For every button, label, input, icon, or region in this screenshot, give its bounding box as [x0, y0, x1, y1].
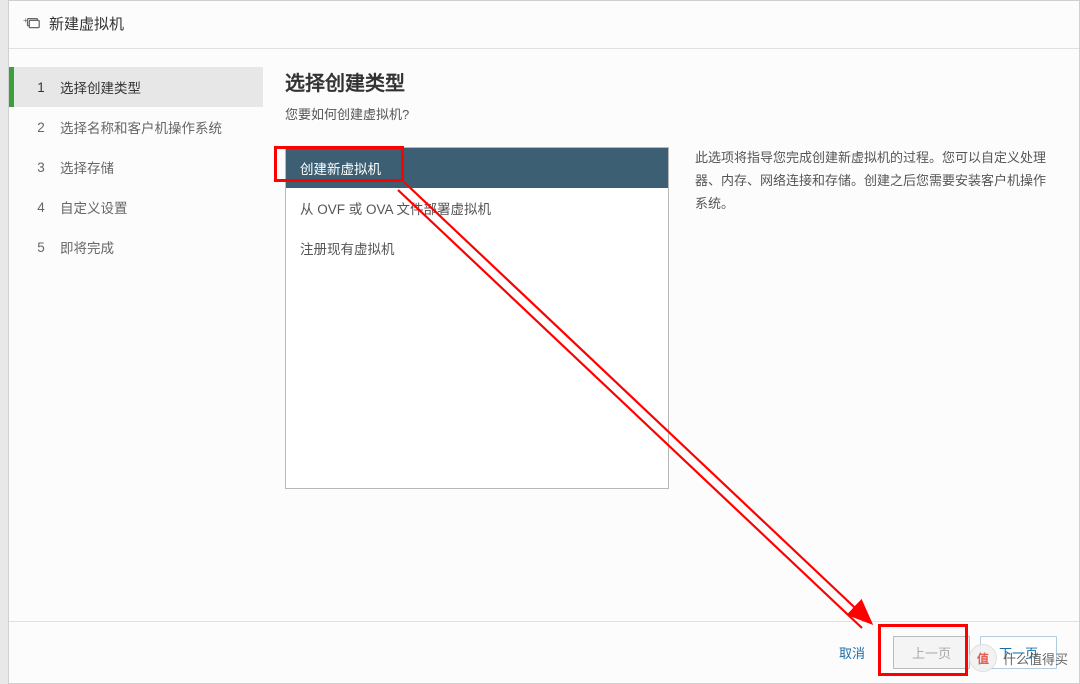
- step-number: 2: [36, 120, 46, 135]
- prev-button[interactable]: 上一页: [893, 636, 970, 669]
- content-subtitle: 您要如何创建虚拟机?: [285, 104, 1053, 123]
- dialog-header: + 新建虚拟机: [9, 1, 1079, 49]
- option-label: 注册现有虚拟机: [300, 242, 395, 257]
- creation-type-row: 创建新虚拟机 从 OVF 或 OVA 文件部署虚拟机 注册现有虚拟机 此选项将指…: [285, 147, 1053, 489]
- step-number: 3: [36, 160, 46, 175]
- option-register-existing-vm[interactable]: 注册现有虚拟机: [286, 228, 668, 268]
- watermark-text: 什么值得买: [1003, 649, 1068, 668]
- option-description: 此选项将指导您完成创建新虚拟机的过程。您可以自定义处理器、内存、网络连接和存储。…: [695, 147, 1053, 215]
- watermark-badge-icon: 值: [969, 644, 997, 672]
- step-number: 1: [36, 80, 46, 95]
- step-3-select-storage[interactable]: 3 选择存储: [9, 147, 263, 187]
- watermark: 值 什么值得买: [969, 644, 1068, 672]
- wizard-steps-sidebar: 1 选择创建类型 2 选择名称和客户机操作系统 3 选择存储 4 自定义设置 5…: [9, 49, 263, 621]
- vm-icon: +: [23, 15, 41, 33]
- step-5-ready-to-complete[interactable]: 5 即将完成: [9, 227, 263, 267]
- step-number: 4: [36, 200, 46, 215]
- step-label: 选择创建类型: [60, 77, 141, 97]
- step-2-name-and-os[interactable]: 2 选择名称和客户机操作系统: [9, 107, 263, 147]
- step-label: 选择名称和客户机操作系统: [60, 117, 222, 137]
- step-4-customize-settings[interactable]: 4 自定义设置: [9, 187, 263, 227]
- option-create-new-vm[interactable]: 创建新虚拟机: [286, 148, 668, 188]
- dialog-body: 1 选择创建类型 2 选择名称和客户机操作系统 3 选择存储 4 自定义设置 5…: [9, 49, 1079, 621]
- step-1-select-creation-type[interactable]: 1 选择创建类型: [9, 67, 263, 107]
- step-label: 即将完成: [60, 237, 114, 257]
- step-label: 选择存储: [60, 157, 114, 177]
- content-title: 选择创建类型: [285, 67, 1053, 96]
- dialog-title: 新建虚拟机: [49, 13, 124, 34]
- dialog-footer: 取消 上一页 下一页: [9, 621, 1079, 683]
- option-label: 创建新虚拟机: [300, 162, 381, 177]
- cancel-button[interactable]: 取消: [839, 643, 865, 662]
- new-vm-dialog: + 新建虚拟机 1 选择创建类型 2 选择名称和客户机操作系统 3 选择存储 4: [8, 0, 1080, 684]
- step-label: 自定义设置: [60, 197, 128, 217]
- creation-options-list: 创建新虚拟机 从 OVF 或 OVA 文件部署虚拟机 注册现有虚拟机: [285, 147, 669, 489]
- step-number: 5: [36, 240, 46, 255]
- option-label: 从 OVF 或 OVA 文件部署虚拟机: [300, 202, 491, 217]
- option-deploy-from-ovf-ova[interactable]: 从 OVF 或 OVA 文件部署虚拟机: [286, 188, 668, 228]
- wizard-content: 选择创建类型 您要如何创建虚拟机? 创建新虚拟机 从 OVF 或 OVA 文件部…: [263, 49, 1079, 621]
